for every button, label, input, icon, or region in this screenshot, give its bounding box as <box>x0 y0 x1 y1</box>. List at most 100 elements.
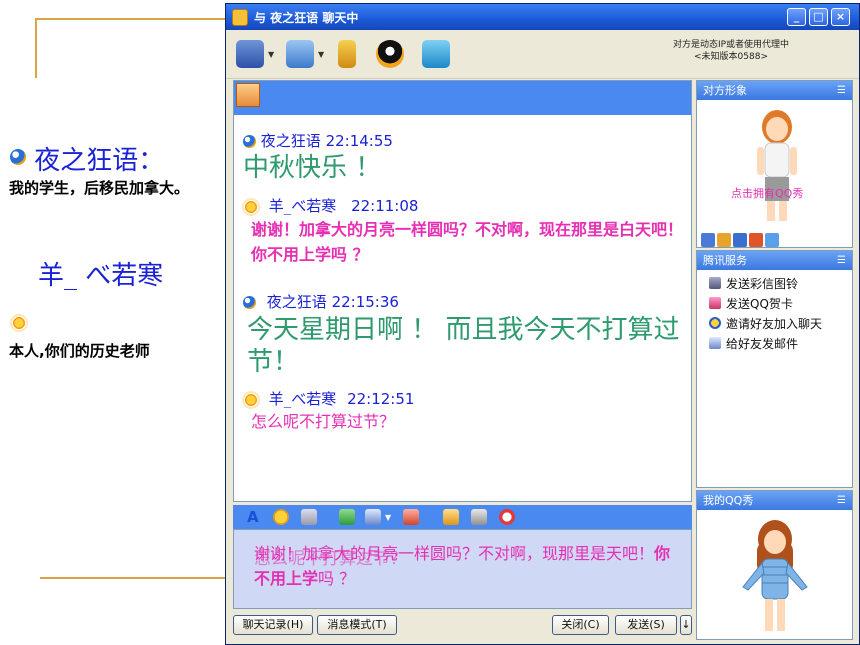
qq-penguin-icon[interactable] <box>376 40 404 68</box>
message-mode-button[interactable]: 消息模式(T) <box>317 615 397 635</box>
send-button[interactable]: 发送(S) <box>615 615 677 635</box>
message-text: 怎么呢不打算过节？ <box>251 412 396 431</box>
home-icon[interactable] <box>403 509 419 525</box>
sun-icon <box>244 392 258 407</box>
proxy-note-line1: 对方是动态IP或者使用代理中 <box>672 40 790 50</box>
proxy-note-line2: <未知版本0588> <box>694 52 768 62</box>
sun-icon <box>244 199 258 214</box>
close-window-button[interactable]: × <box>831 8 850 26</box>
my-show-panel: 我的QQ秀 ☰ <box>696 490 853 640</box>
my-show-header[interactable]: 我的QQ秀 ☰ <box>697 491 852 510</box>
service-item[interactable]: 发送QQ贺卡 <box>709 295 793 312</box>
message-text: 中秋快乐 ！ <box>243 153 382 183</box>
voice-message-icon[interactable] <box>471 509 487 525</box>
chevron-down-icon[interactable]: ▼ <box>318 50 324 59</box>
emoji-icon[interactable] <box>273 509 289 525</box>
show-tool-icon[interactable] <box>717 233 731 247</box>
message-header: 羊_べ若寒 22:11:08 <box>244 195 418 216</box>
chevron-down-icon[interactable]: ▼ <box>385 513 391 522</box>
mobile-phone-icon[interactable] <box>338 40 356 68</box>
my-avatar-figure <box>742 520 808 631</box>
legend-user2-icon <box>12 312 26 331</box>
contact-show-title: 对方形象 <box>703 84 747 97</box>
decor-line-bottom <box>40 577 226 579</box>
legend-user2-name: 羊_ べ若寒 <box>38 261 164 291</box>
services-panel: 腾讯服务 ☰ 发送彩信图铃 发送QQ贺卡 邀请好友加入聊天 给好友发邮件 <box>696 250 853 488</box>
avatar[interactable] <box>236 83 260 107</box>
message-time: 22:12:51 <box>347 390 415 408</box>
service-label: 发送QQ贺卡 <box>726 297 793 311</box>
greeting-card-icon <box>709 297 721 309</box>
service-label: 给好友发邮件 <box>726 337 799 351</box>
message-header: 羊_べ若寒 22:12:51 <box>244 388 414 409</box>
message-sender: 羊_べ若寒 <box>268 390 337 408</box>
menu-icon[interactable]: ☰ <box>837 491 846 510</box>
message-input[interactable]: 怎么呢不打算过节？ 谢谢！加拿大的月亮一样圆吗？不对啊，现那里是天吧！你不用上学… <box>233 529 692 609</box>
title-bar[interactable]: 与 夜之狂语 聊天中 _ □ × <box>226 4 859 30</box>
sun-icon <box>12 315 26 330</box>
mobile-phone-icon <box>709 277 721 289</box>
invite-friend-icon <box>709 317 721 329</box>
message-text: 谢谢！加拿大的月亮一样圆吗？不对啊，现在那里是白天吧！你不用上学吗 ？ <box>251 220 684 264</box>
draft-part: 谢谢！加拿大的月亮一样圆吗？不对啊，现那里是天吧！ <box>254 544 655 563</box>
email-icon <box>709 337 721 349</box>
message-header: 夜之狂语 22:14:55 <box>243 130 393 151</box>
draft-part: 吗 ？ <box>318 569 356 588</box>
service-item[interactable]: 给好友发邮件 <box>709 335 798 352</box>
menu-icon[interactable]: ☰ <box>837 81 846 100</box>
show-tool-icon[interactable] <box>701 233 715 247</box>
qq-status-icon <box>243 135 256 148</box>
input-toolbar: A ▼ <box>233 505 692 529</box>
message-time: 22:14:55 <box>325 132 393 150</box>
chat-history-panel[interactable]: 夜之狂语 22:14:55 中秋快乐 ！ 羊_べ若寒 22:11:08 谢谢！加… <box>233 80 692 502</box>
qq-app-icon <box>232 9 248 26</box>
message-sender: 夜之狂语 <box>260 132 321 150</box>
decor-line-top <box>35 18 225 20</box>
chat-header-bar <box>234 81 691 115</box>
decor-line-vertical <box>35 18 37 78</box>
menu-icon[interactable]: ☰ <box>837 251 846 270</box>
music-icon[interactable] <box>443 509 459 525</box>
tool-icon[interactable] <box>422 40 450 68</box>
window-title: 与 夜之狂语 聊天中 <box>254 11 359 25</box>
magic-emoticon-icon[interactable] <box>301 509 317 525</box>
message-text: 今天星期日啊 ！ 而且我今天不打算过节！ <box>247 315 680 377</box>
contact-avatar-figure <box>757 110 797 221</box>
legend-user1-desc: 我的学生，后移民加拿大。 <box>9 179 190 197</box>
image-icon[interactable] <box>339 509 355 525</box>
screenshot-icon[interactable] <box>365 509 381 525</box>
service-item[interactable]: 发送彩信图铃 <box>709 275 798 292</box>
chat-window: 与 夜之狂语 聊天中 _ □ × ▼ ▼ 对方是动态IP或者使用代理中 <未知版… <box>225 3 860 645</box>
qq-status-icon <box>243 296 256 309</box>
message-time: 22:11:08 <box>351 197 419 215</box>
message-sender: 羊_べ若寒 <box>268 197 337 215</box>
voice-video-icon[interactable] <box>236 40 264 68</box>
message-sender: 夜之狂语 <box>266 293 327 311</box>
message-time: 22:15:36 <box>331 293 399 311</box>
service-label: 邀请好友加入聊天 <box>726 317 823 331</box>
show-tool-icon[interactable] <box>733 233 747 247</box>
legend-user1-name: 夜之狂语： <box>34 146 165 176</box>
my-show-title: 我的QQ秀 <box>703 494 754 507</box>
services-header[interactable]: 腾讯服务 ☰ <box>697 251 852 270</box>
minimize-button[interactable]: _ <box>787 8 806 26</box>
show-toolbar <box>701 231 784 250</box>
services-title: 腾讯服务 <box>703 254 747 267</box>
chevron-down-icon[interactable]: ▼ <box>268 50 274 59</box>
close-button[interactable]: 关闭(C) <box>552 615 609 635</box>
chat-history-button[interactable]: 聊天记录(H) <box>233 615 313 635</box>
font-icon[interactable]: A <box>247 509 263 525</box>
send-options-button[interactable]: ↓ <box>680 615 692 635</box>
legend-user2-desc: 本人,你们的历史老师 <box>9 342 150 360</box>
gift-icon[interactable] <box>499 509 515 525</box>
contact-show-header[interactable]: 对方形象 ☰ <box>697 81 852 100</box>
message-header: 夜之狂语 22:15:36 <box>243 291 399 312</box>
file-transfer-icon[interactable] <box>286 40 314 68</box>
legend-user1: 夜之狂语： <box>10 140 164 177</box>
service-label: 发送彩信图铃 <box>726 277 799 291</box>
get-qq-show-link[interactable]: 点击拥有QQ秀 <box>731 185 803 201</box>
show-tool-icon[interactable] <box>749 233 763 247</box>
service-item[interactable]: 邀请好友加入聊天 <box>709 315 822 332</box>
show-tool-icon[interactable] <box>765 233 779 247</box>
maximize-button[interactable]: □ <box>809 8 828 26</box>
